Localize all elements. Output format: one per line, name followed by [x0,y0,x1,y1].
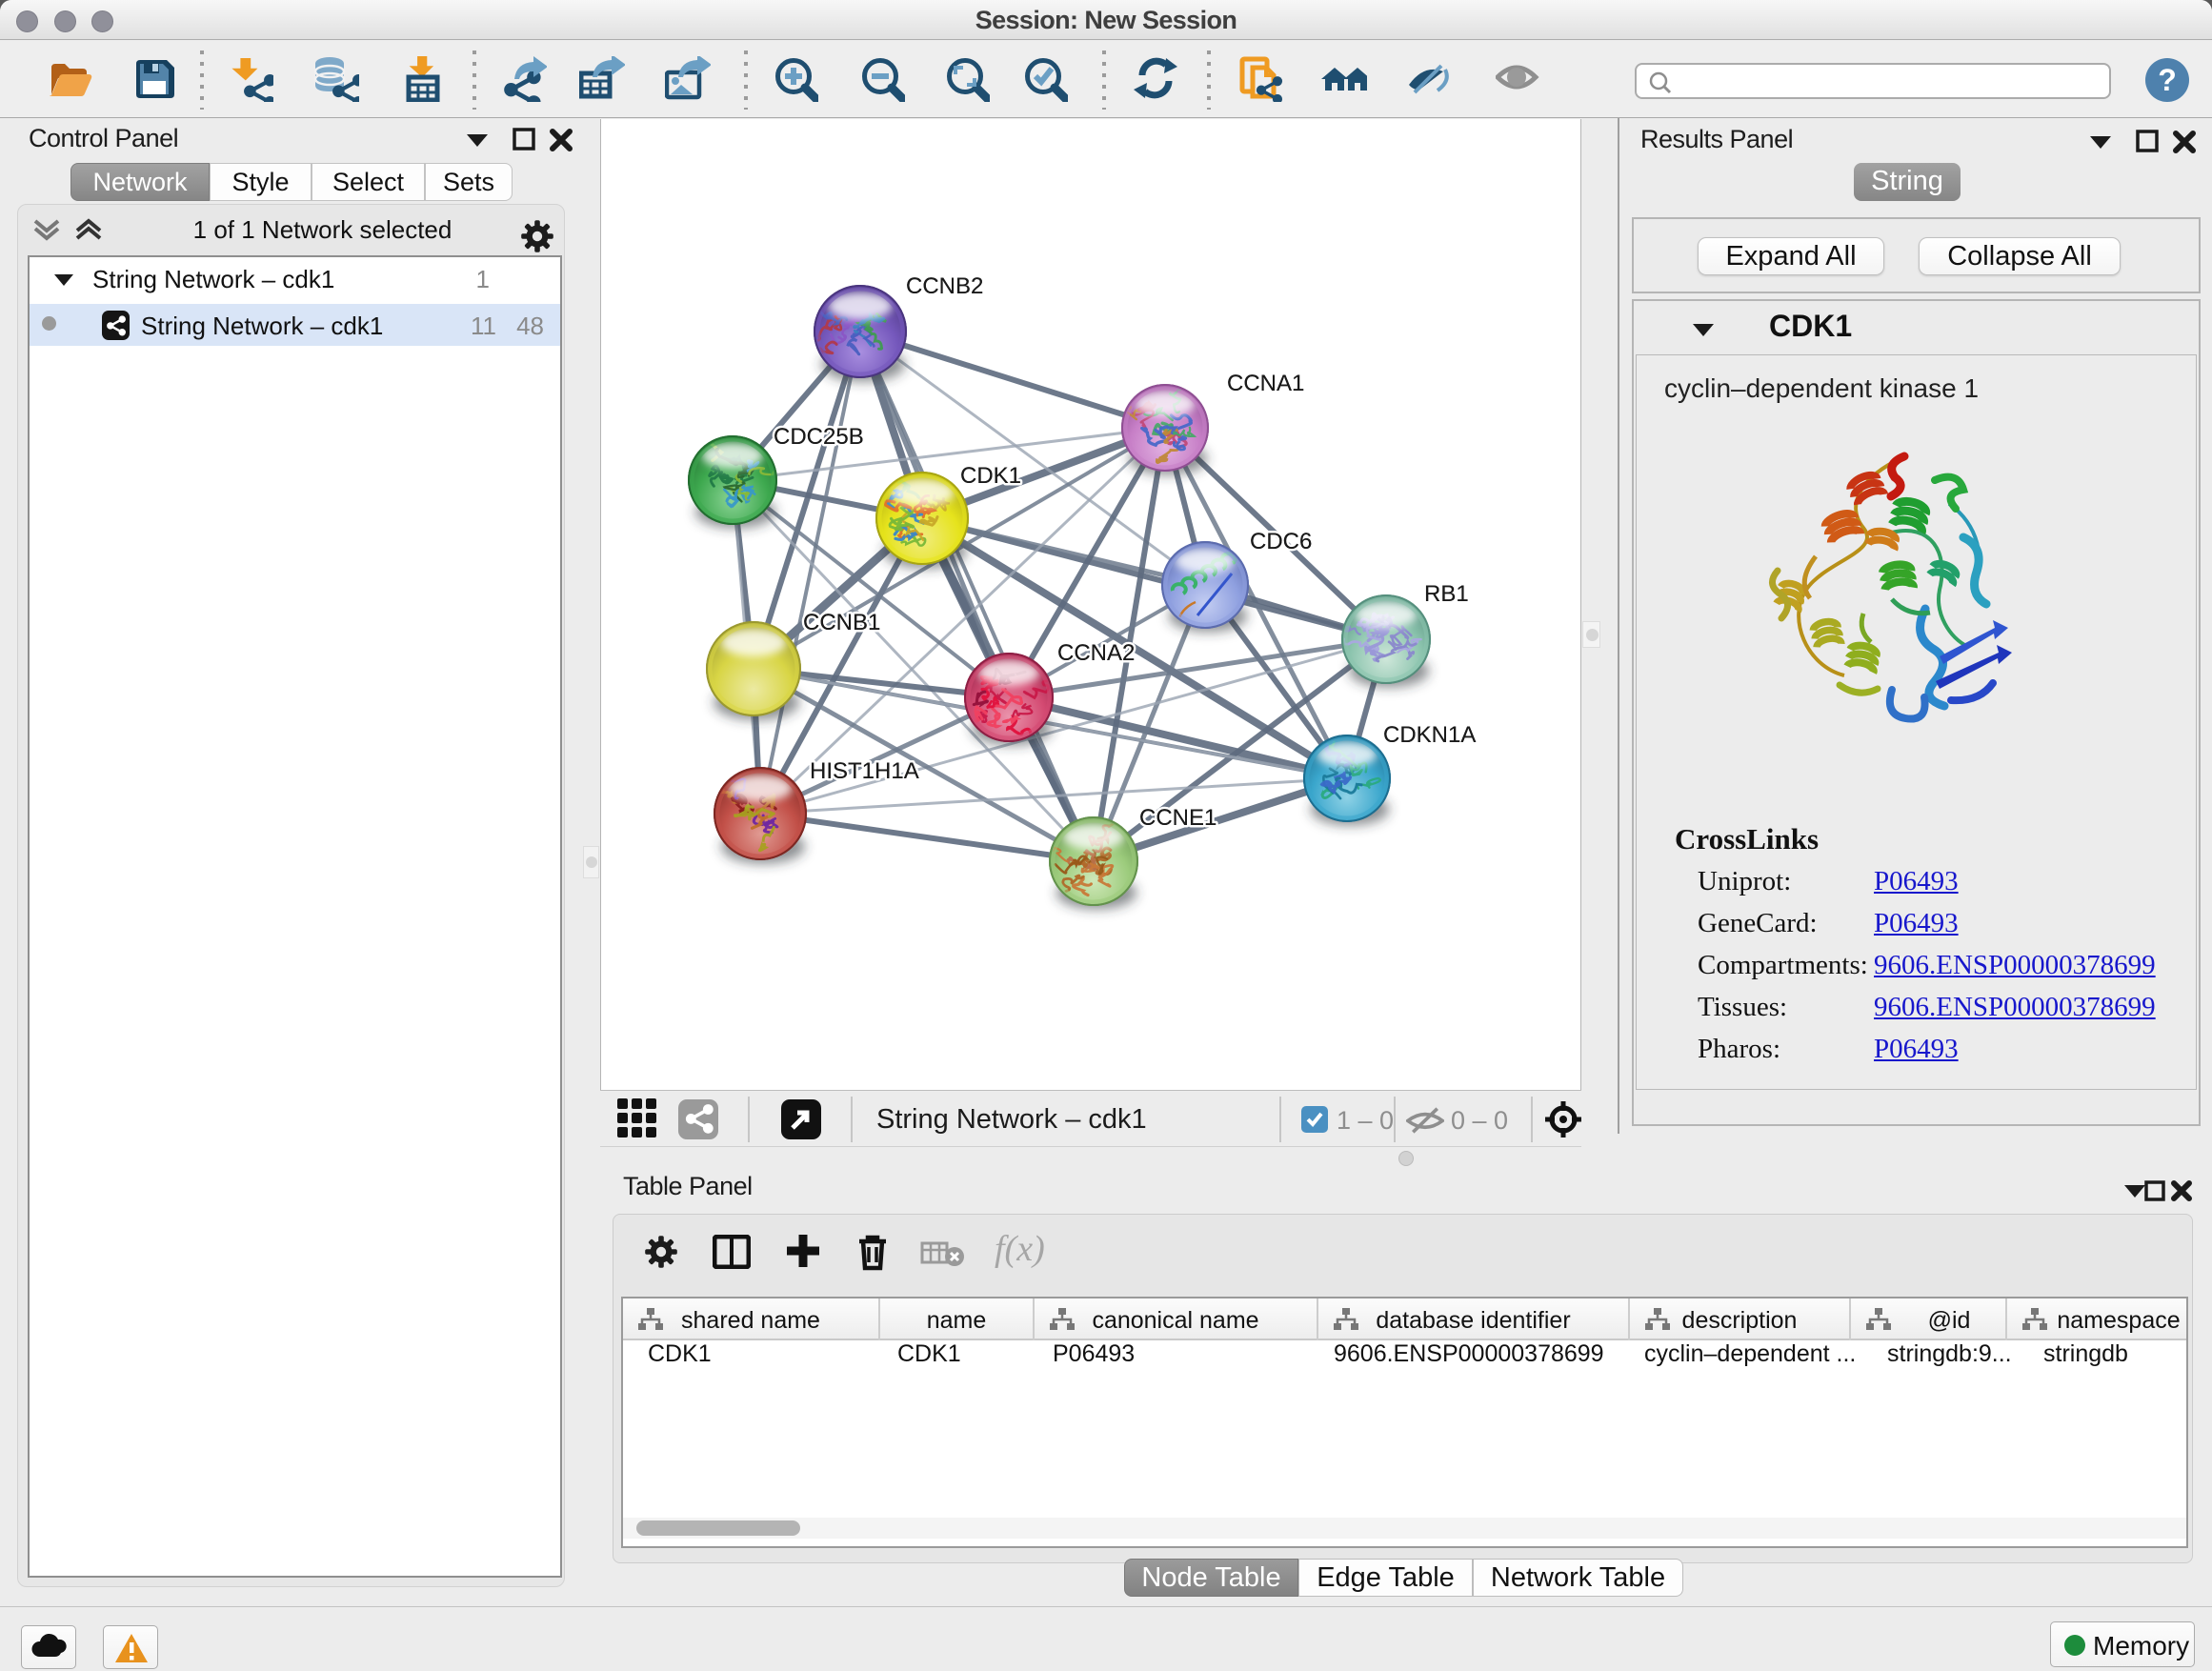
svg-text:CCNB2: CCNB2 [906,273,983,299]
svg-text:CCNA2: CCNA2 [1057,640,1135,666]
svg-text:CDKN1A: CDKN1A [1383,722,1476,748]
svg-text:CCNA1: CCNA1 [1227,371,1304,396]
svg-text:CCNB1: CCNB1 [803,610,880,635]
svg-text:CCNE1: CCNE1 [1139,805,1217,831]
svg-text:RB1: RB1 [1424,581,1469,607]
svg-text:CDK1: CDK1 [960,463,1021,489]
svg-text:CDC25B: CDC25B [774,424,864,450]
svg-text:HIST1H1A: HIST1H1A [810,758,919,784]
svg-text:CDC6: CDC6 [1250,529,1312,554]
